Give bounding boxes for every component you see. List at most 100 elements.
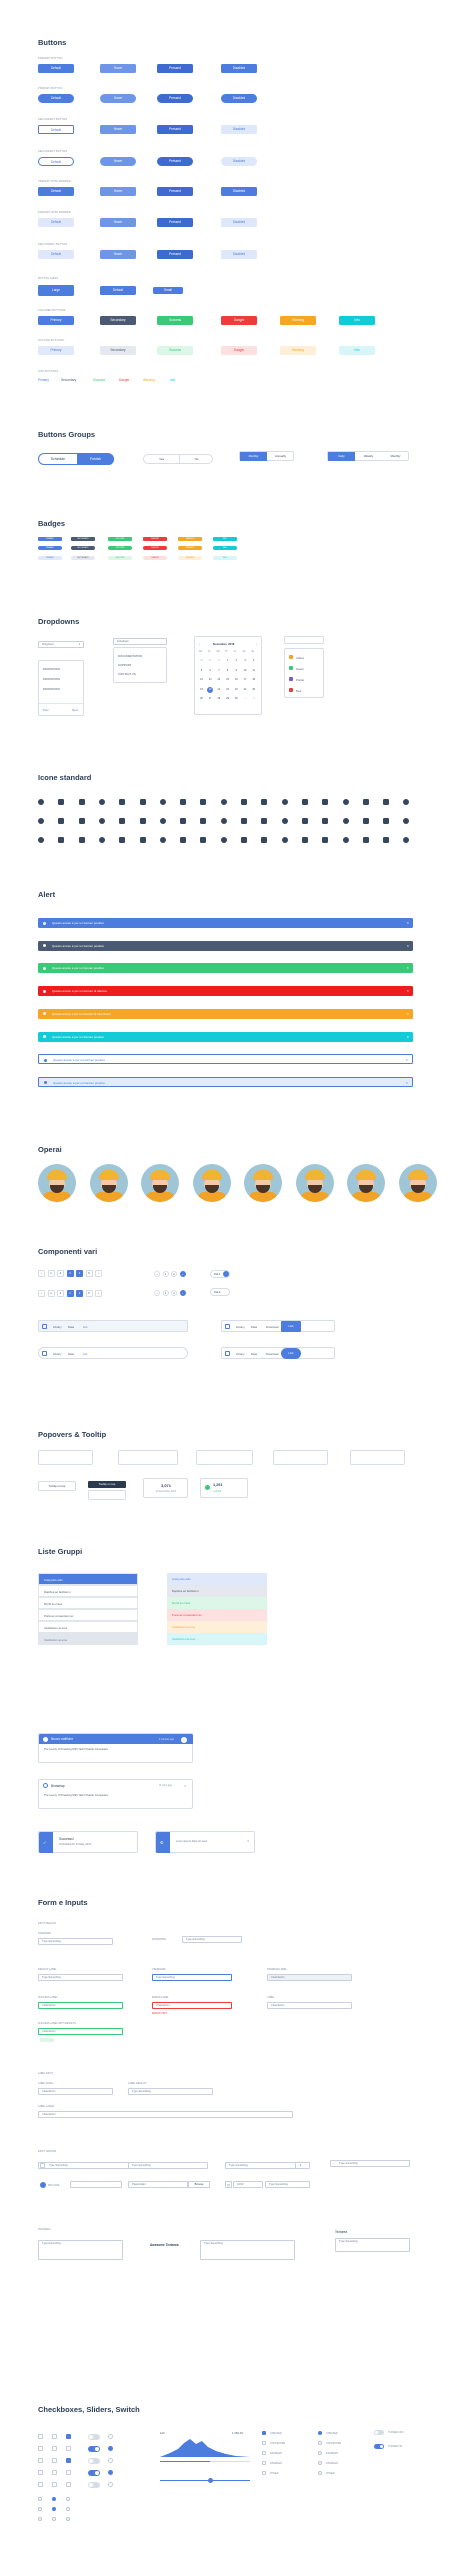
radio-option[interactable]	[66, 2507, 70, 2511]
page-dot[interactable]: 1	[162, 1271, 169, 1277]
calendar-day[interactable]: 25	[251, 687, 257, 693]
calendar-day[interactable]: 22	[225, 687, 231, 693]
list-group-item[interactable]: Dapibus ac facilisis in	[38, 1585, 138, 1597]
calendar-day[interactable]: 9	[233, 668, 239, 674]
calendar-day[interactable]: 7	[216, 668, 222, 674]
radio-option[interactable]	[52, 2507, 56, 2511]
time-input[interactable]: 12:00	[233, 2181, 263, 2188]
weekly-button[interactable]: Weekly	[355, 452, 382, 461]
button-5-1[interactable]: Hover	[100, 218, 136, 227]
label-small-input[interactable]: Chambertin	[38, 2088, 113, 2095]
radio-button[interactable]	[108, 2446, 113, 2451]
calendar-day[interactable]: 1	[225, 658, 231, 664]
checkbox-demo[interactable]	[262, 2431, 266, 2435]
link-button-success[interactable]: Success	[93, 378, 105, 382]
button-5-2[interactable]: Pressed	[157, 218, 193, 227]
radio-option[interactable]	[38, 2507, 42, 2511]
publish-button[interactable]: Publish	[77, 454, 114, 465]
button-1-0[interactable]: Default	[38, 94, 74, 103]
calendar-day[interactable]: 4	[251, 658, 257, 664]
success-input[interactable]: Chambertin	[38, 2002, 123, 2009]
radio-demo[interactable]	[318, 2431, 322, 2435]
switch-demo[interactable]	[374, 2444, 384, 2449]
dropdown-select-b[interactable]: Dropdown	[113, 638, 167, 645]
radio-button[interactable]	[108, 2470, 113, 2475]
page-dot[interactable]: ‹	[154, 1271, 160, 1277]
calendar-day[interactable]: 17	[242, 677, 248, 683]
page-dot[interactable]: ›	[179, 1271, 186, 1277]
checkbox[interactable]	[40, 2163, 45, 2168]
list-group-item[interactable]: Porta ac consectetur ac	[38, 1609, 138, 1621]
breadcrumb-item[interactable]: Data	[251, 1352, 257, 1356]
calendar-day[interactable]: 3	[242, 658, 248, 664]
breadcrumb-item[interactable]: Download	[266, 1325, 278, 1329]
pagination-item[interactable]: 4	[76, 1270, 83, 1277]
list-group-item-colored[interactable]: Porta ac consectetur ac	[167, 1609, 267, 1621]
page-dot[interactable]: ‹	[154, 1290, 160, 1296]
pagination-item[interactable]: ›	[95, 1290, 102, 1297]
toggle-switch[interactable]	[88, 2434, 100, 2440]
calendar-day[interactable]: 11	[251, 668, 257, 674]
checkbox[interactable]	[52, 2482, 57, 2487]
standard-input[interactable]: Type Something	[38, 1938, 113, 1945]
calendar-day[interactable]: 27	[207, 696, 213, 702]
outline-button-warning[interactable]: Warning	[280, 346, 316, 355]
radio-button[interactable]	[108, 2458, 113, 2463]
calendar-day[interactable]: 10	[242, 668, 248, 674]
calendar-next-icon[interactable]: ›	[256, 642, 257, 646]
button-2-1[interactable]: Hover	[100, 125, 136, 134]
close-icon[interactable]: ×	[407, 1009, 409, 1019]
button-0-3[interactable]: Disabled	[221, 64, 257, 73]
page-dot[interactable]: 2	[171, 1271, 177, 1277]
pagination-item[interactable]: 4	[76, 1290, 83, 1297]
checkbox[interactable]	[66, 2482, 71, 2487]
toggle-switch[interactable]	[88, 2446, 100, 2452]
button-5-3[interactable]: Disabled	[221, 218, 257, 227]
dropdown-item-2[interactable]: DROPDOWN	[43, 677, 60, 681]
link-button-secondary[interactable]: Secondary	[61, 378, 76, 382]
radio-button[interactable]	[108, 2482, 113, 2487]
monthly-button-2[interactable]: Monthly	[382, 452, 409, 461]
link-button-info[interactable]: Info	[170, 378, 175, 382]
calendar-day[interactable]: 19	[199, 687, 205, 693]
dropdown-item-3[interactable]: DROPDOWN	[43, 687, 60, 691]
pagination-item[interactable]: 5	[85, 1290, 93, 1297]
radio-option[interactable]	[38, 2517, 42, 2521]
close-icon[interactable]: ×	[407, 1032, 409, 1042]
no-button[interactable]: No	[179, 455, 213, 464]
calendar-day[interactable]: 30	[233, 696, 239, 702]
checkbox[interactable]	[52, 2458, 57, 2463]
button-1-1[interactable]: Hover	[100, 94, 136, 103]
checkbox[interactable]	[52, 2446, 57, 2451]
pagination-item[interactable]: ›	[95, 1270, 102, 1277]
next-link[interactable]: Next	[72, 708, 78, 712]
outline-button-secondary[interactable]: Secondary	[100, 346, 136, 355]
radio-option[interactable]	[38, 2497, 42, 2501]
schedule-button[interactable]: Schedule	[39, 454, 77, 465]
support-item[interactable]: SUPPORT	[118, 663, 131, 667]
calendar-day[interactable]: 21	[216, 687, 222, 693]
button-2-3[interactable]: Disabled	[221, 125, 257, 134]
pagination-item[interactable]: 3	[66, 1290, 74, 1297]
close-icon[interactable]: ×	[406, 1055, 408, 1065]
button-4-3[interactable]: Disabled	[221, 187, 257, 196]
error-input[interactable]: Chambertin	[152, 2002, 232, 2009]
button-4-0[interactable]: Default	[38, 187, 74, 196]
outline-button-info[interactable]: Info	[339, 346, 375, 355]
pagination-item[interactable]: 2	[57, 1290, 64, 1297]
documentation-item[interactable]: DOCUMENTATION	[118, 654, 142, 658]
textarea-3[interactable]: Type Something	[335, 2238, 410, 2252]
pin-input[interactable]	[70, 2181, 122, 2188]
calendar-prev-icon[interactable]: ‹	[199, 642, 200, 646]
list-group-item[interactable]: Morbi leo risus	[38, 1597, 138, 1609]
colored-button-secondary[interactable]: Secondary	[100, 316, 136, 325]
link-button-warning[interactable]: Warning	[143, 378, 155, 382]
pagination-item[interactable]: 5	[85, 1270, 93, 1277]
breadcrumb-item[interactable]: Library	[236, 1325, 245, 1329]
breadcrumb-item[interactable]: Download	[266, 1352, 278, 1356]
close-icon[interactable]: ×	[406, 1078, 408, 1088]
checkbox-demo[interactable]	[262, 2451, 266, 2455]
stepper-arrows[interactable]: ▾	[295, 2162, 305, 2169]
tab-chip-2[interactable]: Tab 2	[210, 1288, 230, 1296]
link-button-primary[interactable]: Primary	[38, 378, 49, 382]
